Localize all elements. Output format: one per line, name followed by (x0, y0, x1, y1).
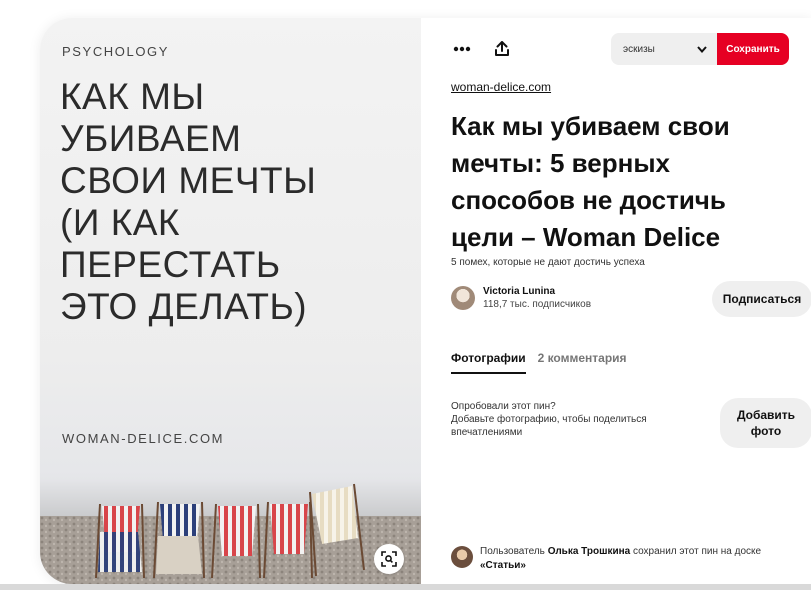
pin-image-source: WOMAN-DELICE.COM (62, 431, 225, 446)
source-link[interactable]: woman-delice.com (451, 80, 551, 94)
saved-by-board[interactable]: «Статьи» (480, 560, 526, 571)
add-photo-button[interactable]: Добавить фото (720, 398, 811, 448)
add-photo-label-line2: фото (750, 424, 782, 438)
headline-line: ЭТО ДЕЛАТЬ) (60, 286, 308, 327)
visual-search-icon[interactable] (374, 544, 404, 574)
chevron-down-icon (697, 45, 707, 53)
board-select[interactable]: эскизы (611, 33, 717, 65)
saved-by-info: Пользователь Олька Трошкина сохранил это… (451, 545, 781, 573)
author-info[interactable]: Victoria Lunina 118,7 тыс. подписчиков (451, 286, 591, 310)
pin-image-kicker: PSYCHOLOGY (62, 44, 170, 59)
deck-chair (95, 503, 145, 579)
author-text: Victoria Lunina 118,7 тыс. подписчиков (483, 286, 591, 310)
tried-prompt: Добавьте фотографию, чтобы поделиться вп… (451, 414, 647, 438)
pin-title: Как мы убиваем свои мечты: 5 верных спос… (451, 111, 730, 252)
pin-toolbar (451, 38, 513, 60)
tab-comments[interactable]: 2 комментария (538, 351, 627, 374)
pin-details: эскизы Сохранить woman-delice.com Как мы… (421, 18, 811, 584)
saved-by-text: Пользователь Олька Трошкина сохранил это… (480, 545, 781, 573)
tab-photos[interactable]: Фотографии (451, 351, 526, 374)
pin-image-headline: КАК МЫ УБИВАЕМ СВОИ МЕЧТЫ (И КАК ПЕРЕСТА… (60, 76, 410, 328)
share-upload-icon[interactable] (491, 38, 513, 60)
avatar[interactable] (451, 286, 475, 310)
board-select-value: эскизы (623, 43, 655, 55)
details-tabs: Фотографии 2 комментария (451, 351, 627, 374)
pin-description: 5 помех, которые не дают достичь успеха (451, 257, 645, 268)
add-photo-label-line1: Добавить (736, 408, 796, 422)
headline-line: ПЕРЕСТАТЬ (60, 244, 281, 285)
tried-question: Опробовали этот пин? (451, 401, 556, 412)
author-subscribers: 118,7 тыс. подписчиков (483, 299, 592, 310)
saved-by-prefix: Пользователь (480, 546, 545, 557)
deck-chair (153, 501, 205, 579)
tried-section: Опробовали этот пин? Добавьте фотографию… (451, 400, 671, 439)
bottom-strip (0, 584, 811, 590)
beach-chairs-photo (40, 480, 421, 584)
pin-closeup-page: PSYCHOLOGY КАК МЫ УБИВАЕМ СВОИ МЕЧТЫ (И … (0, 0, 811, 590)
avatar[interactable] (451, 546, 473, 568)
headline-line: УБИВАЕМ (60, 118, 242, 159)
more-dots-icon[interactable] (451, 38, 473, 60)
headline-line: СВОИ МЕЧТЫ (60, 160, 317, 201)
save-button[interactable]: Сохранить (717, 33, 789, 65)
saved-by-middle: сохранил этот пин на доске (633, 546, 762, 557)
saved-by-user[interactable]: Олька Трошкина (548, 546, 631, 557)
pin-card: PSYCHOLOGY КАК МЫ УБИВАЕМ СВОИ МЕЧТЫ (И … (40, 18, 811, 584)
pin-image[interactable]: PSYCHOLOGY КАК МЫ УБИВАЕМ СВОИ МЕЧТЫ (И … (40, 18, 421, 584)
headline-line: (И КАК (60, 202, 180, 243)
author-name[interactable]: Victoria Lunina (483, 286, 591, 297)
follow-button[interactable]: Подписаться (712, 281, 811, 317)
headline-line: КАК МЫ (60, 76, 205, 117)
